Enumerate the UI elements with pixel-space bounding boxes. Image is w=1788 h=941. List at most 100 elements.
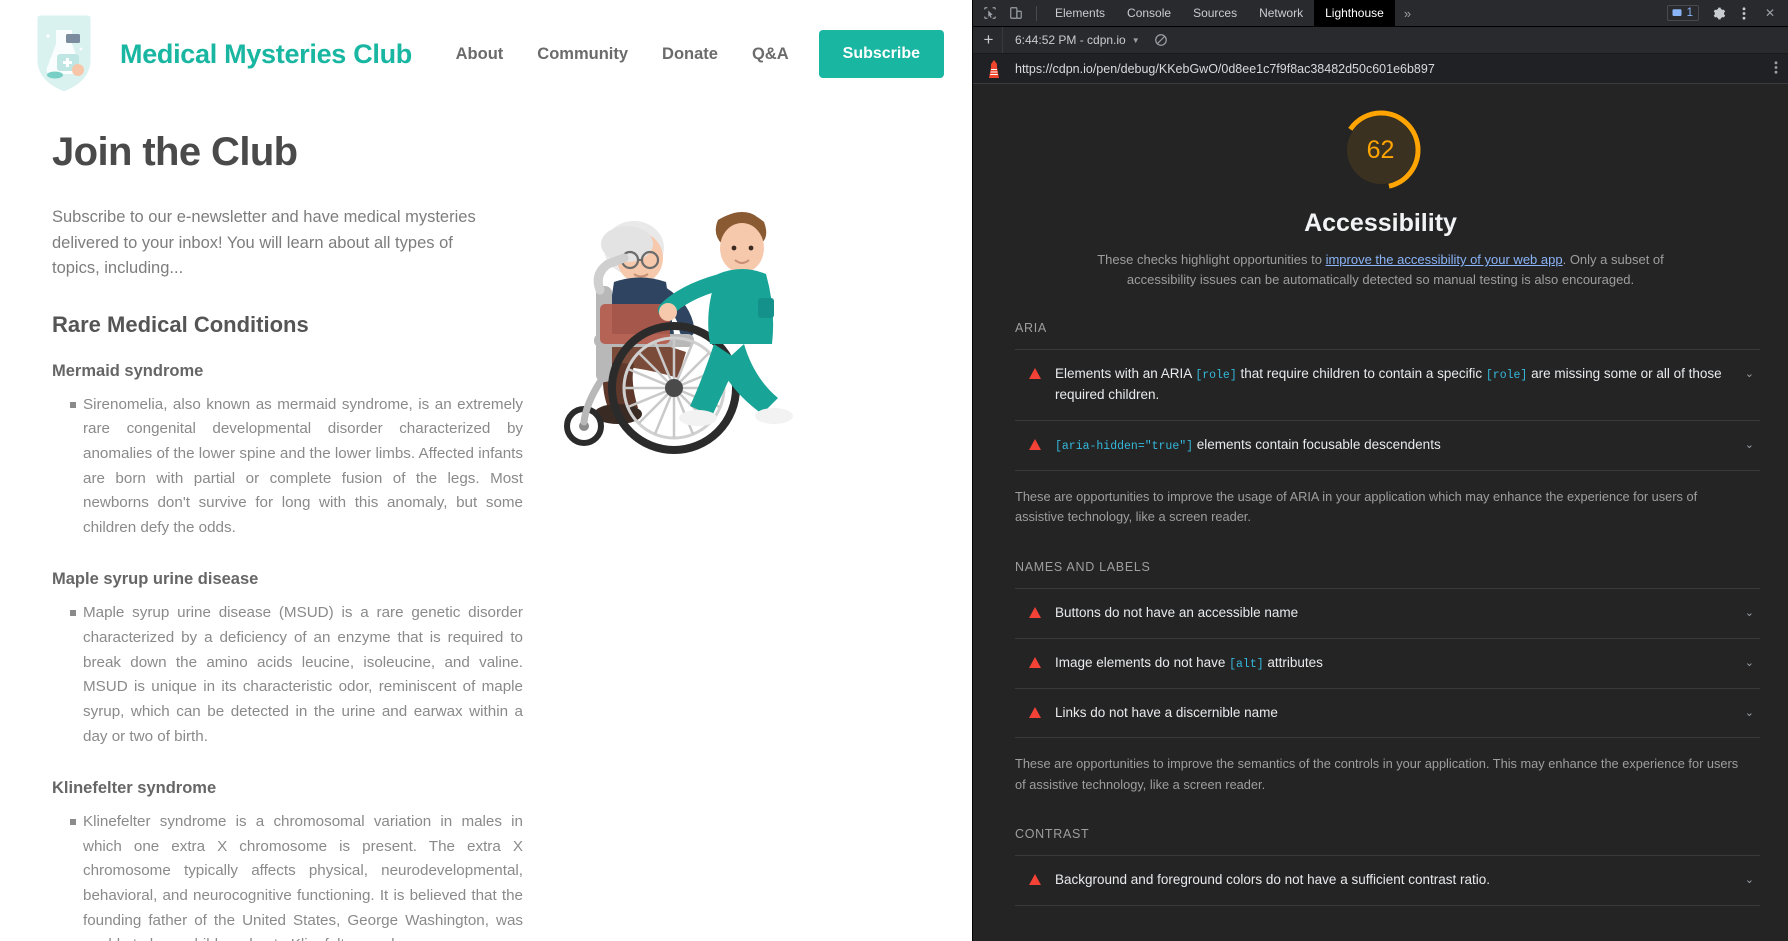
issues-count: 1 <box>1686 7 1693 19</box>
site-header: Medical Mysteries Club About Community D… <box>0 0 972 108</box>
tab-sources[interactable]: Sources <box>1182 0 1248 27</box>
tab-lighthouse[interactable]: Lighthouse <box>1314 0 1395 27</box>
group-heading-names-and-labels: NAMES AND LABELS <box>1015 559 1151 574</box>
audit-row[interactable]: Buttons do not have an accessible name ⌄ <box>1015 589 1760 639</box>
list-item: Maple syrup urine disease (MSUD) is a ra… <box>70 601 523 749</box>
audit-text-part: Buttons do not have an accessible name <box>1055 604 1299 620</box>
audit-title: Image elements do not have [alt] attribu… <box>1055 653 1731 674</box>
group-heading-aria: ARIA <box>1015 321 1047 335</box>
main-nav: About Community Donate Q&A Subscribe <box>439 30 944 78</box>
close-devtools-icon[interactable]: ✕ <box>1757 1 1783 26</box>
chevron-down-icon[interactable]: ⌄ <box>1745 367 1754 380</box>
audit-code: [alt] <box>1229 657 1264 671</box>
tab-elements[interactable]: Elements <box>1044 0 1116 27</box>
score-gauge-section: 62 Accessibility These checks highlight … <box>1001 108 1760 289</box>
chevron-down-icon[interactable]: ⌄ <box>1745 438 1754 451</box>
chevron-down-icon[interactable]: ⌄ <box>1745 606 1754 619</box>
brand-title: Medical Mysteries Club <box>120 38 412 69</box>
chevron-down-icon[interactable]: ⌄ <box>1745 656 1754 669</box>
warning-triangle-icon <box>1029 606 1041 618</box>
condition-list: Klinefelter syndrome is a chromosomal va… <box>32 810 523 941</box>
warning-triangle-icon <box>1029 438 1041 450</box>
audit-text-part: Background and foreground colors do not … <box>1055 872 1491 888</box>
device-toolbar-icon[interactable] <box>1003 1 1029 26</box>
audit-title: Elements with an ARIA [role] that requir… <box>1055 364 1731 406</box>
chevron-down-icon[interactable]: ▼ <box>1132 36 1140 45</box>
nav-item-qa[interactable]: Q&A <box>735 45 806 64</box>
tab-network[interactable]: Network <box>1248 0 1314 27</box>
audit-row[interactable]: Elements with an ARIA [role] that requir… <box>1015 350 1760 421</box>
description-pre-text: These checks highlight opportunities to <box>1097 252 1326 267</box>
devtools-toolbar: Elements Console Sources Network Lightho… <box>973 0 1788 27</box>
group-heading-contrast: CONTRAST <box>1015 827 1090 842</box>
more-tabs-icon[interactable]: » <box>1395 6 1420 21</box>
chevron-down-icon[interactable]: ⌄ <box>1745 873 1754 886</box>
accessibility-score-gauge: 62 <box>1339 108 1423 192</box>
audit-row[interactable]: [aria-hidden="true"] elements contain fo… <box>1015 421 1760 471</box>
inspect-element-icon[interactable] <box>977 1 1003 26</box>
list-item: Klinefelter syndrome is a chromosomal va… <box>70 810 523 941</box>
audit-text-part: Elements with an ARIA <box>1055 366 1196 381</box>
improve-accessibility-link[interactable]: improve the accessibility of your web ap… <box>1326 252 1563 267</box>
report-url-bar: https://cdpn.io/pen/debug/KKebGwO/0d8ee1… <box>973 54 1788 84</box>
new-report-icon[interactable]: + <box>975 27 1003 53</box>
header-subscribe-button[interactable]: Subscribe <box>818 30 944 78</box>
group-description-names-and-labels: These are opportunities to improve the s… <box>1015 756 1739 792</box>
score-value: 62 <box>1366 135 1395 164</box>
condition-title: Maple syrup urine disease <box>52 570 259 589</box>
audit-code: [role] <box>1195 369 1237 382</box>
run-selector-label[interactable]: 6:44:52 PM - cdpn.io <box>1003 33 1132 47</box>
condition-title: Klinefelter syndrome <box>52 779 217 798</box>
nav-item-community[interactable]: Community <box>520 45 645 64</box>
issues-badge[interactable]: 1 <box>1666 5 1699 21</box>
audit-row[interactable]: Background and foreground colors do not … <box>1015 856 1760 907</box>
settings-gear-icon[interactable] <box>1705 1 1731 26</box>
audit-list-contrast: Background and foreground colors do not … <box>1015 855 1760 907</box>
nav-item-donate[interactable]: Donate <box>645 45 735 64</box>
audit-text-part: that require children to contain a speci… <box>1236 366 1486 381</box>
audit-title: Buttons do not have an accessible name <box>1055 603 1731 624</box>
audit-row[interactable]: Image elements do not have [alt] attribu… <box>1015 639 1760 689</box>
audit-list-aria: Elements with an ARIA [role] that requir… <box>1015 349 1760 471</box>
devtools-panel: Elements Console Sources Network Lightho… <box>972 0 1788 941</box>
warning-triangle-icon <box>1029 706 1041 718</box>
warning-triangle-icon <box>1029 656 1041 668</box>
audit-text-part: elements contain focusable descendents <box>1193 436 1441 452</box>
lighthouse-report: 62 Accessibility These checks highlight … <box>973 84 1788 941</box>
audit-title: Links do not have a discernible name <box>1055 703 1731 724</box>
category-description: These checks highlight opportunities to … <box>1081 250 1681 289</box>
chevron-down-icon[interactable]: ⌄ <box>1745 706 1754 719</box>
illustration-column <box>502 108 940 941</box>
group-description-aria: These are opportunities to improve the u… <box>1015 488 1698 525</box>
page-title: Join the Club <box>52 130 298 174</box>
audit-title: Background and foreground colors do not … <box>1055 870 1731 891</box>
clear-reports-icon[interactable] <box>1150 33 1172 47</box>
intro-paragraph: Subscribe to our e-newsletter and have m… <box>52 208 476 278</box>
toolbar-divider <box>1036 5 1037 21</box>
audit-code: [role] <box>1485 369 1528 382</box>
content-column: Join the Club Subscribe to our e-newslet… <box>32 108 523 941</box>
page-content: Join the Club Subscribe to our e-newslet… <box>0 108 972 941</box>
lighthouse-runs-bar: + 6:44:52 PM - cdpn.io ▼ <box>973 27 1788 54</box>
warning-triangle-icon <box>1029 874 1041 886</box>
tab-console[interactable]: Console <box>1116 0 1182 27</box>
more-options-kebab-icon[interactable] <box>1731 1 1757 26</box>
audit-title: [aria-hidden="true"] elements contain fo… <box>1055 435 1731 456</box>
section-title: Rare Medical Conditions <box>52 311 309 337</box>
condition-title: Mermaid syndrome <box>52 361 204 380</box>
audit-list-names-and-labels: Buttons do not have an accessible name ⌄… <box>1015 587 1760 739</box>
audit-row[interactable]: Links do not have a discernible name ⌄ <box>1015 689 1760 739</box>
rendered-web-page: Medical Mysteries Club About Community D… <box>0 0 972 941</box>
condition-list: Maple syrup urine disease (MSUD) is a ra… <box>32 601 523 749</box>
audit-text-part: Links do not have a discernible name <box>1055 704 1278 720</box>
list-item: Sirenomelia, also known as mermaid syndr… <box>70 393 523 541</box>
site-logo-icon[interactable] <box>32 12 96 96</box>
audit-text-part: Image elements do not have <box>1055 654 1230 670</box>
nav-item-about[interactable]: About <box>439 45 521 64</box>
wheelchair-illustration-image <box>522 186 942 521</box>
category-title: Accessibility <box>1304 209 1457 237</box>
audit-code: [aria-hidden="true"] <box>1055 439 1194 453</box>
report-url: https://cdpn.io/pen/debug/KKebGwO/0d8ee1… <box>1015 61 1435 76</box>
toolbar-right-group: 1 ✕ <box>1666 1 1788 26</box>
report-options-kebab-icon[interactable] <box>1774 60 1778 78</box>
